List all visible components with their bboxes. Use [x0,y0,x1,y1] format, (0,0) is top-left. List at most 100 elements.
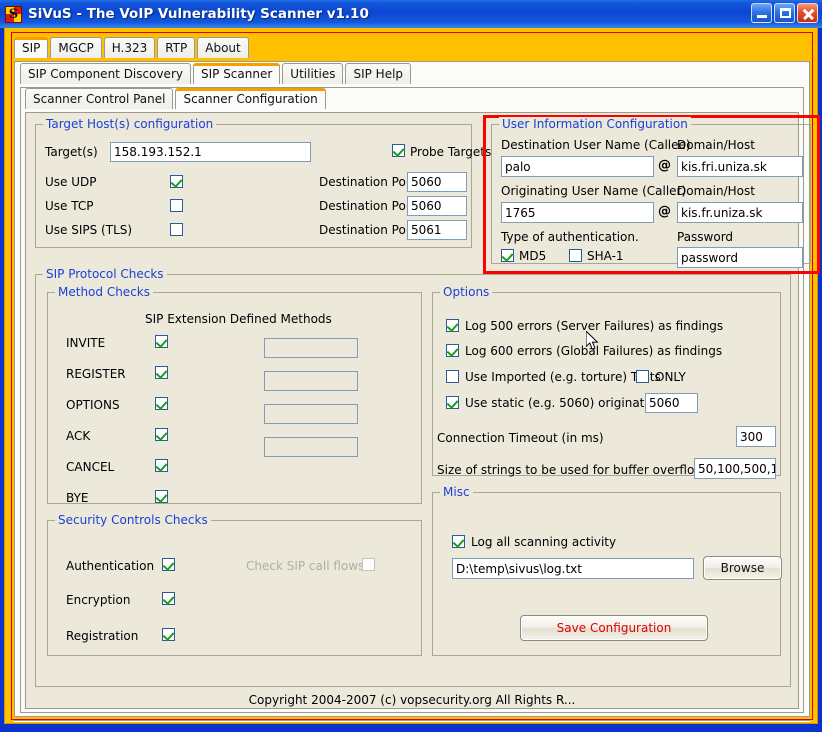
md5-label: MD5 [519,249,547,263]
tab-scanner-control-panel[interactable]: Scanner Control Panel [25,88,174,109]
tab-h323[interactable]: H.323 [103,37,156,58]
tab-sip[interactable]: SIP [14,37,49,58]
group-legend: Target Host(s) configuration [43,117,217,131]
minimize-button[interactable] [751,3,772,23]
log-600-errors-checkbox[interactable] [446,344,459,357]
log-500-errors-checkbox[interactable] [446,319,459,332]
tab-sip-scanner[interactable]: SIP Scanner [192,63,281,84]
connection-timeout-input[interactable]: 300 [736,426,776,447]
group-legend: User Information Configuration [499,117,691,131]
security-checkbox-authentication[interactable] [162,558,175,571]
panel-scanner-configuration: Target Host(s) configuration Target(s) 1… [25,112,820,709]
group-method-checks: Method Checks SIP Extension Defined Meth… [47,285,422,505]
target-label: Target(s) [45,145,98,159]
only-label: ONLY [655,370,686,384]
group-legend: SIP Protocol Checks [43,267,167,281]
tab-label: RTP [165,41,188,55]
callee-domain-label: Domain/Host [677,138,755,152]
log-path-input[interactable]: D:\temp\sivus\log.txt [452,558,694,579]
sha1-checkbox[interactable] [569,249,582,262]
tab-scanner-configuration[interactable]: Scanner Configuration [175,88,326,109]
method-checkbox-cancel[interactable] [155,459,168,472]
probe-targets-checkbox[interactable] [392,144,405,157]
group-security-controls-checks: Security Controls Checks Authentication … [47,513,422,656]
callee-label: Destination User Name (Callee) [501,138,691,152]
method-checkbox-register[interactable] [155,366,168,379]
save-configuration-button[interactable]: Save Configuration [520,615,708,641]
use-imported-tests-label: Use Imported (e.g. torture) Tests [465,370,661,384]
tabstrip-sip-sections: SIP Component Discovery SIP Scanner Util… [20,63,413,84]
group-sip-protocol-checks: SIP Protocol Checks Method Checks SIP Ex… [35,267,791,687]
security-checkbox-encryption[interactable] [162,592,175,605]
password-input[interactable]: password [677,247,803,268]
caller-label: Originating User Name (Caller) [501,184,687,198]
group-misc: Misc Log all scanning activity D:\temp\s… [432,485,782,656]
group-options: Options Log 500 errors (Server Failures)… [432,285,781,479]
close-button[interactable] [797,3,818,23]
sip-extension-input-1[interactable] [264,338,358,358]
use-static-port-checkbox[interactable] [446,396,459,409]
title-bar: S SiVuS - The VoIP Vulnerability Scanner… [0,0,822,28]
browse-button[interactable]: Browse [703,556,782,580]
log-all-activity-label: Log all scanning activity [471,535,617,549]
group-legend: Security Controls Checks [55,513,211,527]
copyright-text: Copyright 2004-2007 (c) vopsecurity.org … [248,693,576,707]
target-input[interactable]: 158.193.152.1 [110,142,311,162]
use-sips-checkbox[interactable] [170,223,183,236]
method-label-ack: ACK [66,429,91,443]
group-legend: Method Checks [55,285,153,299]
destination-port-label-2: Destination Port [319,199,416,213]
use-tcp-checkbox[interactable] [170,199,183,212]
tabstrip-scanner: Scanner Control Panel Scanner Configurat… [25,88,328,109]
log-600-errors-label: Log 600 errors (Global Failures) as find… [465,344,723,358]
callee-input[interactable]: palo [501,156,654,177]
log-all-activity-checkbox[interactable] [452,535,465,548]
use-udp-checkbox[interactable] [170,175,183,188]
security-label-registration: Registration [66,629,139,643]
method-checkbox-invite[interactable] [155,335,168,348]
tab-label: Scanner Control Panel [33,92,166,106]
static-port-input[interactable]: 5060 [645,393,698,413]
tab-label: About [205,41,241,55]
tab-rtp[interactable]: RTP [157,37,196,58]
check-sip-call-flows-label: Check SIP call flows [246,559,365,573]
caller-domain-label: Domain/Host [677,184,755,198]
destination-port-label-1: Destination Port [319,175,416,189]
method-checkbox-ack[interactable] [155,428,168,441]
tab-label: Scanner Configuration [183,92,318,106]
sip-extension-input-2[interactable] [264,371,358,391]
destination-port-label-3: Destination Port [319,223,416,237]
tab-utilities[interactable]: Utilities [282,63,344,84]
group-legend: Misc [440,485,473,499]
sivus-app-icon: S [5,5,22,23]
sip-extension-input-4[interactable] [264,437,358,457]
sip-extension-input-3[interactable] [264,404,358,424]
panel-sip: SIP Component Discovery SIP Scanner Util… [14,61,820,717]
buffer-overflow-input[interactable]: 50,100,500,1000 [694,458,776,479]
tab-mgcp[interactable]: MGCP [50,37,102,58]
tab-label: SIP Component Discovery [28,67,183,81]
tab-about[interactable]: About [197,37,249,58]
only-checkbox[interactable] [636,370,649,383]
caller-input[interactable]: 1765 [501,202,654,223]
check-sip-call-flows-checkbox [362,558,375,571]
tab-label: SIP Scanner [200,67,273,81]
md5-checkbox[interactable] [501,249,514,262]
callee-domain-input[interactable]: kis.fri.uniza.sk [677,156,803,177]
use-imported-tests-checkbox[interactable] [446,370,459,383]
auth-type-label: Type of authentication. [501,230,639,244]
tab-sip-component-discovery[interactable]: SIP Component Discovery [20,63,191,84]
caller-domain-input[interactable]: kis.fr.uniza.sk [677,202,803,223]
destination-port-input-2[interactable]: 5060 [407,196,467,216]
method-checkbox-options[interactable] [155,397,168,410]
method-label-invite: INVITE [66,336,106,350]
security-checkbox-registration[interactable] [162,628,175,641]
destination-port-input-3[interactable]: 5061 [407,220,467,240]
destination-port-input-1[interactable]: 5060 [407,172,467,192]
connection-timeout-label: Connection Timeout (in ms) [437,431,604,445]
method-checkbox-bye[interactable] [155,490,168,503]
maximize-button[interactable] [774,3,795,23]
sip-extension-header: SIP Extension Defined Methods [145,312,332,326]
tab-sip-help[interactable]: SIP Help [345,63,412,84]
security-label-encryption: Encryption [66,593,131,607]
